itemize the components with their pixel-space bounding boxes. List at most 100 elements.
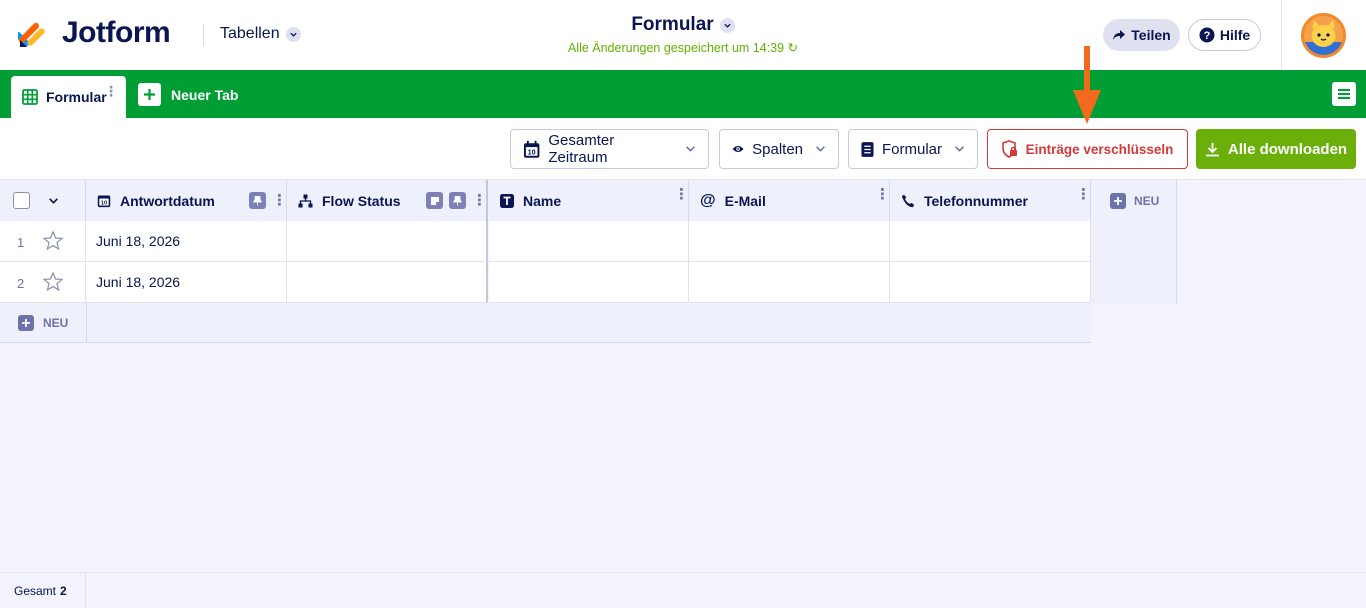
column-label: Telefonnummer (924, 192, 1028, 209)
tab-options-icon[interactable]: ⋮ (104, 84, 118, 98)
share-icon (1113, 30, 1126, 40)
hamburger-icon (1338, 89, 1350, 99)
refresh-icon: ↻ (787, 41, 799, 55)
text-icon (500, 193, 514, 208)
form-title-dropdown[interactable]: Formular (631, 14, 735, 36)
column-options-icon[interactable]: ⋮ (472, 193, 487, 208)
column-header-telefonnummer[interactable]: Telefonnummer ⋮ (890, 180, 1091, 221)
help-button[interactable]: ? Hilfe (1188, 19, 1261, 51)
total-label: Gesamt (14, 583, 57, 598)
add-row-button[interactable]: NEU (43, 316, 68, 330)
row-number: 1 (17, 235, 25, 250)
cell-telefonnummer[interactable] (890, 221, 1091, 262)
share-label: Teilen (1131, 27, 1171, 43)
save-status-text: Alle Änderungen gespeichert um 14:39 (567, 41, 785, 55)
column-label: Antwortdatum (120, 192, 215, 209)
add-column-label: NEU (1134, 193, 1160, 208)
cell-email[interactable] (689, 262, 890, 303)
total-value: 2 (60, 583, 67, 598)
at-icon: @ (700, 191, 716, 209)
columns-label: Spalten (752, 140, 803, 158)
cell-flow-status[interactable] (287, 262, 488, 303)
table-grid-icon (22, 89, 38, 105)
form-label: Formular (881, 140, 942, 158)
star-icon[interactable] (42, 230, 64, 253)
star-icon[interactable] (42, 271, 64, 294)
pin-icon[interactable] (449, 192, 466, 209)
svg-text:10: 10 (101, 201, 107, 207)
column-label: Flow Status (322, 192, 401, 209)
note-icon[interactable] (426, 192, 443, 209)
encrypt-label: Einträge verschlüsseln (1025, 141, 1174, 157)
cell-name[interactable] (489, 221, 689, 262)
column-options-icon[interactable]: ⋮ (674, 187, 689, 202)
select-all-header (0, 180, 86, 221)
help-label: Hilfe (1219, 27, 1251, 43)
tab-label: Formular (46, 89, 107, 105)
add-column-button[interactable]: NEU (1091, 180, 1177, 221)
cell-antwortdatum[interactable]: Juni 18, 2026 (86, 262, 287, 303)
new-column-area (1091, 221, 1177, 304)
shield-lock-icon (1001, 140, 1017, 158)
new-tab-button[interactable]: Neuer Tab (138, 83, 238, 106)
column-header-email[interactable]: @ E-Mail ⋮ (689, 180, 890, 221)
toolbar: 10 Gesamter Zeitraum Spalten Formular Ei… (0, 118, 1366, 180)
cell-telefonnummer[interactable] (890, 262, 1091, 303)
form-title: Formular (631, 14, 714, 35)
svg-text:10: 10 (528, 147, 536, 156)
tab-bar: Formular ⋮ Neuer Tab (0, 70, 1366, 118)
chevron-down-icon (719, 17, 735, 33)
total-count: Gesamt 2 (0, 573, 86, 608)
calendar-icon: 10 (523, 140, 540, 158)
plus-icon (138, 83, 161, 106)
row-number: 2 (17, 276, 25, 291)
flow-icon (298, 194, 313, 207)
status-footer: Gesamt 2 (0, 572, 1366, 608)
svg-text:?: ? (1203, 30, 1210, 42)
help-icon: ? (1199, 27, 1215, 43)
column-options-icon[interactable]: ⋮ (1076, 187, 1091, 202)
hamburger-menu-button[interactable] (1332, 82, 1356, 106)
chevron-down-icon[interactable] (48, 193, 59, 209)
table-row-header: 2 (0, 262, 86, 303)
annotation-arrow-icon (1073, 46, 1101, 124)
date-range-label: Gesamter Zeitraum (548, 132, 615, 166)
new-tab-label: Neuer Tab (171, 86, 239, 103)
cell-flow-status[interactable] (287, 221, 488, 262)
plus-icon (1110, 192, 1126, 209)
column-options-icon[interactable]: ⋮ (272, 193, 287, 208)
chevron-down-icon (685, 141, 696, 158)
app-header: Jotform Tabellen Formular Alle Änderunge… (0, 0, 1366, 70)
column-header-flow-status[interactable]: Flow Status ⋮ (287, 180, 488, 221)
plus-icon[interactable] (18, 314, 34, 331)
add-row-divider (86, 303, 87, 343)
avatar-cat-icon (1304, 20, 1343, 55)
date-range-dropdown[interactable]: 10 Gesamter Zeitraum (510, 129, 709, 169)
pin-icon[interactable] (249, 192, 266, 209)
column-options-icon[interactable]: ⋮ (875, 187, 890, 202)
user-avatar[interactable] (1301, 13, 1346, 58)
column-label: Name (523, 192, 562, 209)
column-header-antwortdatum[interactable]: 10 Antwortdatum ⋮ (86, 180, 287, 221)
form-document-icon (861, 141, 874, 157)
encrypt-entries-button[interactable]: Einträge verschlüsseln (987, 129, 1188, 169)
column-header-name[interactable]: Name ⋮ (489, 180, 689, 221)
tab-formular[interactable]: Formular ⋮ (11, 76, 126, 118)
add-row-area: NEU (0, 303, 1091, 343)
chevron-down-icon (954, 141, 965, 158)
share-button[interactable]: Teilen (1103, 19, 1180, 51)
chevron-down-icon (815, 141, 826, 158)
cell-antwortdatum[interactable]: Juni 18, 2026 (86, 221, 287, 262)
cell-name[interactable] (489, 262, 689, 303)
eye-icon (732, 145, 744, 153)
cell-email[interactable] (689, 221, 890, 262)
form-dropdown[interactable]: Formular (848, 129, 978, 169)
calendar-icon: 10 (97, 195, 111, 208)
download-all-button[interactable]: Alle downloaden (1196, 129, 1356, 169)
header-separator (1281, 0, 1282, 70)
select-all-checkbox[interactable] (13, 192, 30, 209)
columns-dropdown[interactable]: Spalten (719, 129, 839, 169)
table-row-header: 1 (0, 221, 86, 262)
download-label: Alle downloaden (1227, 140, 1348, 158)
download-icon (1205, 142, 1219, 156)
